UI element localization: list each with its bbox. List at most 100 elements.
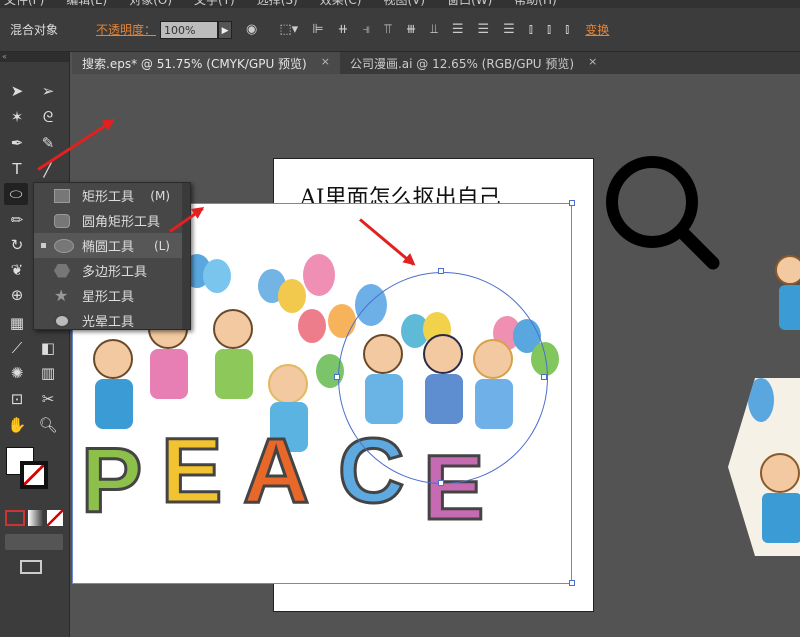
menu-select[interactable]: 选择(S)	[257, 0, 298, 8]
pencil-icon[interactable]: ✏	[5, 209, 29, 231]
selected-bullet-icon	[41, 243, 46, 248]
distribute-left-icon[interactable]: ⫾	[529, 22, 533, 37]
selection-type-label: 混合对象	[10, 23, 59, 37]
selection-ellipse[interactable]	[338, 272, 548, 484]
shortcut-label: (L)	[153, 238, 170, 253]
ellipse-icon	[54, 238, 74, 253]
mesh-icon[interactable]: ▦	[5, 312, 29, 334]
menu-item-star[interactable]: ★ 星形工具	[34, 283, 190, 308]
flyout-tearoff-bar[interactable]	[182, 183, 190, 329]
type-tool-icon[interactable]: T	[5, 158, 29, 180]
menu-item-rounded-rectangle[interactable]: 圆角矩形工具	[34, 208, 190, 233]
hexagon-clipped-image	[728, 378, 800, 556]
close-icon[interactable]: ×	[321, 55, 330, 71]
distribute-top-icon[interactable]: ☰	[452, 22, 464, 37]
tab-company-comic[interactable]: 公司漫画.ai @ 12.65% (RGB/GPU 预览) ×	[340, 52, 607, 74]
opacity-label[interactable]: 不透明度：	[96, 21, 156, 38]
letter-p: P	[79, 429, 143, 534]
collapse-panel-icon[interactable]: «	[0, 52, 69, 62]
slice-icon[interactable]: ✂	[36, 388, 60, 410]
menu-item-polygon[interactable]: 多边形工具	[34, 258, 190, 283]
control-bar: 混合对象 不透明度： 100% ▶ ◉ ⬚▾ ⊫ ⧺ ⫣ ⫪ ⧻ ⫫ ☰ ☰ ☰…	[0, 8, 800, 52]
color-mode-buttons[interactable]	[5, 510, 63, 526]
letter-e: E	[159, 419, 223, 524]
item-label: 矩形工具	[82, 190, 135, 205]
eyedropper-icon[interactable]: ⟋	[5, 337, 29, 359]
ellipse-tool-icon[interactable]: ⬭	[4, 183, 28, 205]
hand-icon[interactable]: ✋	[5, 414, 29, 436]
kid-graphic	[765, 255, 800, 350]
distribute-vcenter-icon[interactable]: ☰	[477, 22, 489, 37]
blend-icon[interactable]: ◧	[36, 337, 60, 359]
shape-builder-icon[interactable]: ⊕	[5, 284, 29, 306]
opacity-input[interactable]: 100%	[160, 20, 219, 39]
align-hcenter-icon[interactable]: ⧺	[338, 22, 349, 37]
menu-view[interactable]: 视图(V)	[383, 0, 425, 8]
tab-label: 公司漫画.ai @ 12.65% (RGB/GPU 预览)	[349, 57, 575, 71]
letter-a: A	[241, 419, 310, 524]
artboard-tool-icon[interactable]: ⊡	[5, 388, 29, 410]
shape-tools-flyout: 矩形工具 (M) 圆角矩形工具 椭圆工具 (L) 多边形工具 ★ 星形工具 光晕工具	[33, 182, 191, 330]
graph-icon[interactable]: ▥	[36, 362, 60, 384]
symbol-sprayer-icon[interactable]: ✺	[5, 362, 29, 384]
menu-type[interactable]: 文字(T)	[194, 0, 235, 8]
tools-panel: « ➤ ➢ ✶ ᘓ ✒ ✎ T ╱ ⬭ ✏ ↻ ❦ ⊕ ▦ ⟋ ◧ ✺ ▥ ⊡ …	[0, 52, 70, 637]
menu-edit[interactable]: 编辑(E)	[66, 0, 107, 8]
menu-help[interactable]: 帮助(H)	[514, 0, 556, 8]
item-label: 多边形工具	[82, 265, 148, 280]
rectangle-icon	[54, 188, 70, 203]
menu-item-rectangle[interactable]: 矩形工具 (M)	[34, 183, 190, 208]
selection-handle[interactable]	[334, 374, 340, 380]
item-label: 星形工具	[82, 290, 135, 305]
selection-tool-icon[interactable]: ➤	[5, 80, 29, 102]
align-right-icon[interactable]: ⫣	[362, 22, 370, 37]
flare-icon	[54, 313, 70, 328]
tab-search-eps[interactable]: 搜索.eps* @ 51.75% (CMYK/GPU 预览) ×	[72, 52, 340, 74]
distribute-right-icon[interactable]: ⫾	[565, 22, 569, 37]
direct-selection-tool-icon[interactable]: ➢	[36, 80, 60, 102]
item-label: 光晕工具	[82, 315, 135, 330]
distribute-bottom-icon[interactable]: ☰	[503, 22, 515, 37]
draw-mode-buttons[interactable]	[5, 534, 63, 550]
selection-handle[interactable]	[438, 480, 444, 486]
selection-handle[interactable]	[438, 268, 444, 274]
close-icon[interactable]: ×	[588, 55, 597, 71]
curvature-tool-icon[interactable]: ✎	[36, 132, 60, 154]
menu-window[interactable]: 窗口(W)	[447, 0, 492, 8]
menu-item-flare[interactable]: 光晕工具	[34, 308, 190, 333]
selection-handle[interactable]	[569, 580, 575, 586]
magnifier-graphic	[606, 156, 720, 270]
distribute-hcenter-icon[interactable]: ⫾	[547, 22, 551, 37]
align-left-icon[interactable]: ⊫	[312, 22, 323, 37]
screen-mode-icon[interactable]	[20, 560, 42, 574]
transform-link[interactable]: 变换	[585, 21, 609, 38]
document-tabs: 搜索.eps* @ 51.75% (CMYK/GPU 预览) × 公司漫画.ai …	[72, 52, 800, 74]
selection-handle[interactable]	[569, 200, 575, 206]
recolor-icon[interactable]: ◉	[246, 22, 257, 37]
shortcut-label: (M)	[150, 188, 170, 203]
align-to-selection-icon[interactable]: ⬚▾	[279, 22, 298, 37]
polygon-icon	[54, 263, 70, 278]
item-label: 圆角矩形工具	[82, 215, 161, 230]
pen-tool-icon[interactable]: ✒	[5, 132, 29, 154]
align-bottom-icon[interactable]: ⫫	[431, 22, 438, 37]
star-icon: ★	[54, 286, 69, 305]
stroke-swatch[interactable]	[20, 461, 48, 489]
menu-bar: 文件(F) 编辑(E) 对象(O) 文字(T) 选择(S) 效果(C) 视图(V…	[0, 0, 800, 8]
selection-handle[interactable]	[541, 374, 547, 380]
align-vcenter-icon[interactable]: ⧻	[406, 22, 417, 37]
magic-wand-icon[interactable]: ✶	[5, 106, 29, 128]
menu-file[interactable]: 文件(F)	[4, 0, 44, 8]
lasso-icon[interactable]: ᘓ	[36, 106, 60, 128]
menu-object[interactable]: 对象(O)	[129, 0, 172, 8]
item-label: 椭圆工具	[82, 240, 135, 255]
opacity-dropdown-arrow[interactable]: ▶	[218, 20, 233, 39]
menu-effect[interactable]: 效果(C)	[320, 0, 362, 8]
warp-icon[interactable]: ❦	[5, 259, 29, 281]
tab-label: 搜索.eps* @ 51.75% (CMYK/GPU 预览)	[82, 57, 307, 71]
align-top-icon[interactable]: ⫪	[384, 22, 391, 37]
rotate-icon[interactable]: ↻	[5, 234, 29, 256]
rounded-rectangle-icon	[54, 213, 70, 228]
menu-item-ellipse[interactable]: 椭圆工具 (L)	[34, 233, 190, 258]
zoom-icon[interactable]: 🔍︎	[36, 414, 60, 436]
